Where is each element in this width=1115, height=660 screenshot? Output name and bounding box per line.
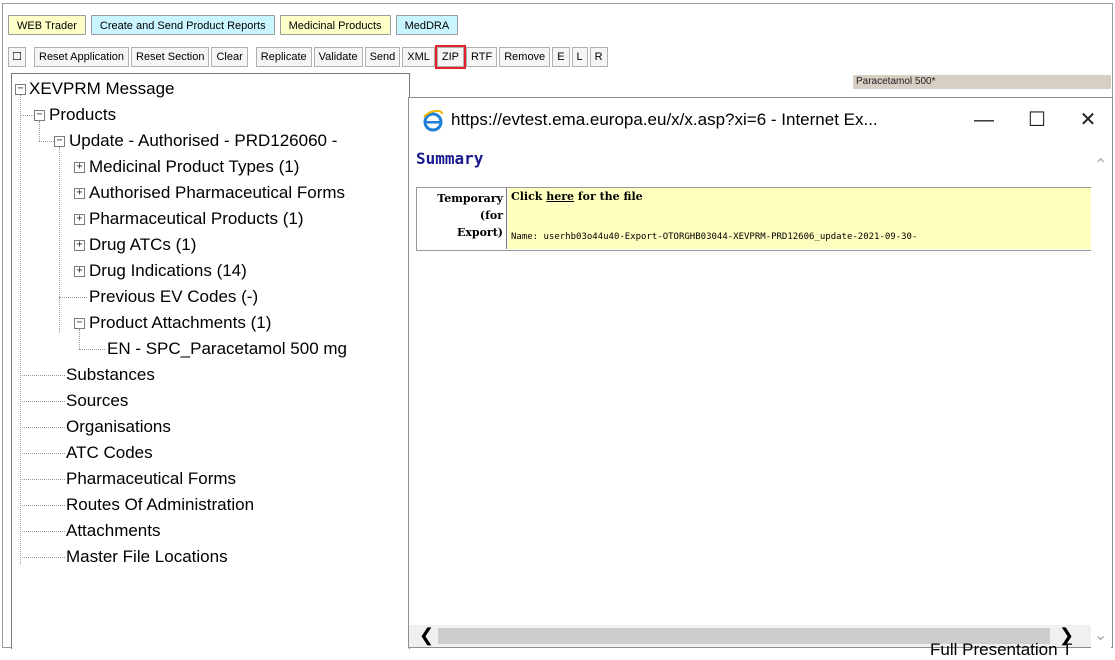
tab-create-send-reports[interactable]: Create and Send Product Reports	[90, 15, 275, 35]
click-here-line: Click here for the file	[511, 190, 1104, 203]
tree-node-substances[interactable]: Substances	[66, 362, 155, 388]
reset-section-button[interactable]: Reset Section	[131, 47, 210, 67]
rtf-button[interactable]: RTF	[466, 47, 498, 67]
validate-button[interactable]: Validate	[313, 47, 363, 67]
expand-toggle-icon[interactable]: +	[74, 162, 85, 173]
send-button[interactable]: Send	[364, 47, 401, 67]
l-button[interactable]: L	[571, 47, 588, 67]
popup-title: https://evtest.ema.europa.eu/x/x.asp?xi=…	[451, 110, 878, 129]
clear-button[interactable]: Clear	[211, 47, 248, 67]
tree-node-master-file[interactable]: Master File Locations	[66, 544, 228, 570]
scroll-left-icon[interactable]: ❮	[419, 625, 434, 646]
top-tabs: WEB Trader Create and Send Product Repor…	[8, 15, 459, 35]
tree-node-attachment-en[interactable]: EN - SPC_Paracetamol 500 mg	[107, 336, 347, 362]
file-name-line: Name: userhb03o44u40-Export-OTORGHB03044…	[511, 232, 918, 242]
collapse-toggle-icon[interactable]: −	[74, 318, 85, 329]
expand-toggle-icon[interactable]: +	[74, 266, 85, 277]
expand-toggle-icon[interactable]: +	[74, 214, 85, 225]
tree-node-pharma-products[interactable]: Pharmaceutical Products (1)	[89, 206, 303, 232]
summary-label-temporary: Temporary	[437, 192, 503, 205]
remove-button[interactable]: Remove	[499, 47, 551, 67]
r-button[interactable]: R	[589, 47, 608, 67]
tab-meddra[interactable]: MedDRA	[395, 15, 459, 35]
click-pre-text: Click	[511, 190, 547, 203]
summary-left-cell: Temporary (for Export)	[417, 188, 507, 249]
tree-node-drug-indications[interactable]: Drug Indications (14)	[89, 258, 247, 284]
summary-right-cell: Click here for the file Name: userhb03o4…	[508, 188, 1107, 249]
expand-toggle-icon[interactable]: +	[74, 240, 85, 251]
ie-popup-window: https://evtest.ema.europa.eu/x/x.asp?xi=…	[408, 97, 1113, 648]
minimize-icon[interactable]: —	[964, 106, 1004, 134]
close-icon[interactable]: ✕	[1068, 106, 1108, 134]
tree-node-prev-ev-codes[interactable]: Previous EV Codes (-)	[89, 284, 258, 310]
maximize-icon[interactable]: ☐	[1017, 106, 1057, 134]
scroll-up-icon[interactable]: ⌃	[1094, 155, 1107, 175]
tree-node-medicinal-types[interactable]: Medicinal Product Types (1)	[89, 154, 299, 180]
xml-button[interactable]: XML	[402, 47, 435, 67]
tree-node-pharma-forms[interactable]: Pharmaceutical Forms	[66, 466, 236, 492]
tab-web-trader[interactable]: WEB Trader	[8, 15, 86, 35]
zip-button[interactable]: ZIP	[434, 45, 467, 69]
tree-node-update[interactable]: Update - Authorised - PRD126060 -	[69, 128, 337, 154]
tree-node-attachments[interactable]: Attachments	[66, 518, 161, 544]
expand-toggle-icon[interactable]: +	[74, 188, 85, 199]
here-link[interactable]: here	[546, 190, 574, 203]
tree-node-product-attachments[interactable]: Product Attachments (1)	[89, 310, 271, 336]
replicate-button[interactable]: Replicate	[255, 47, 312, 67]
tree-node-routes[interactable]: Routes Of Administration	[66, 492, 254, 518]
popup-titlebar[interactable]: https://evtest.ema.europa.eu/x/x.asp?xi=…	[409, 98, 1112, 143]
click-post-text: for the file	[574, 190, 643, 203]
select-all-checkbox[interactable]: ☐	[8, 47, 26, 67]
background-cutoff-text: Full Presentation T	[930, 640, 1073, 659]
scroll-down-icon[interactable]: ⌄	[1094, 625, 1107, 645]
summary-label-export: Export)	[456, 226, 503, 239]
tree-node-organisations[interactable]: Organisations	[66, 414, 171, 440]
collapse-toggle-icon[interactable]: −	[54, 136, 65, 147]
summary-label-for: (for	[479, 209, 503, 222]
e-button[interactable]: E	[552, 47, 570, 67]
summary-table: Temporary (for Export) Click here for th…	[416, 187, 1107, 251]
tab-medicinal-products[interactable]: Medicinal Products	[279, 15, 391, 35]
collapse-toggle-icon[interactable]: −	[15, 84, 26, 95]
tree-node-drug-atcs[interactable]: Drug ATCs (1)	[89, 232, 196, 258]
tree-panel: − XEVPRM Message − Products − Update - A…	[11, 73, 410, 649]
internet-explorer-icon	[423, 110, 443, 132]
tree-node-root[interactable]: XEVPRM Message	[29, 76, 175, 102]
toolbar: ☐ Reset Application Reset Section Clear …	[8, 45, 608, 69]
tree-node-products[interactable]: Products	[49, 102, 116, 128]
collapse-toggle-icon[interactable]: −	[34, 110, 45, 121]
reset-application-button[interactable]: Reset Application	[34, 47, 129, 67]
tree-node-auth-pharma-forms[interactable]: Authorised Pharmaceutical Forms	[89, 180, 345, 206]
tree-node-atc-codes[interactable]: ATC Codes	[66, 440, 153, 466]
tree-node-sources[interactable]: Sources	[66, 388, 128, 414]
product-caption: Paracetamol 500*	[853, 75, 1111, 89]
summary-heading: Summary	[416, 149, 484, 168]
vertical-scrollbar[interactable]: ⌃ ⌄	[1091, 143, 1111, 648]
